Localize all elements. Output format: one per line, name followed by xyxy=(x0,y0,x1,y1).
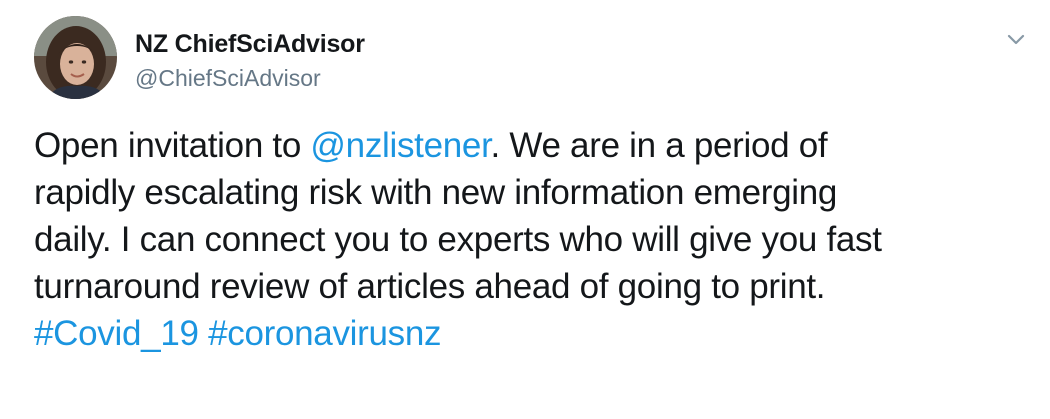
hashtag-line: #Covid_19 #coronavirusnz xyxy=(34,310,1024,357)
author-handle[interactable]: @ChiefSciAdvisor xyxy=(135,65,321,92)
tweet-line: turnaround review of articles ahead of g… xyxy=(34,267,826,306)
hashtag-link[interactable]: #coronavirusnz xyxy=(208,314,441,353)
avatar-image xyxy=(34,16,117,99)
tweet-text-segment: Open invitation to xyxy=(34,126,311,165)
chevron-down-icon[interactable] xyxy=(1003,28,1029,50)
tweet-text-segment: . We are in a period of xyxy=(490,126,828,165)
hashtag-link[interactable]: #Covid_19 xyxy=(34,314,199,353)
avatar[interactable] xyxy=(34,16,117,99)
tweet-line: daily. I can connect you to experts who … xyxy=(34,220,882,259)
mention-link[interactable]: @nzlistener xyxy=(310,126,490,165)
tweet-text: Open invitation to @nzlistener. We are i… xyxy=(34,122,1024,357)
tweet-line: rapidly escalating risk with new informa… xyxy=(34,173,838,212)
tweet-card: NZ ChiefSciAdvisor @ChiefSciAdvisor Open… xyxy=(0,0,1050,419)
tweet-line: Open invitation to @nzlistener. We are i… xyxy=(34,122,1024,169)
author-name[interactable]: NZ ChiefSciAdvisor xyxy=(135,30,365,59)
